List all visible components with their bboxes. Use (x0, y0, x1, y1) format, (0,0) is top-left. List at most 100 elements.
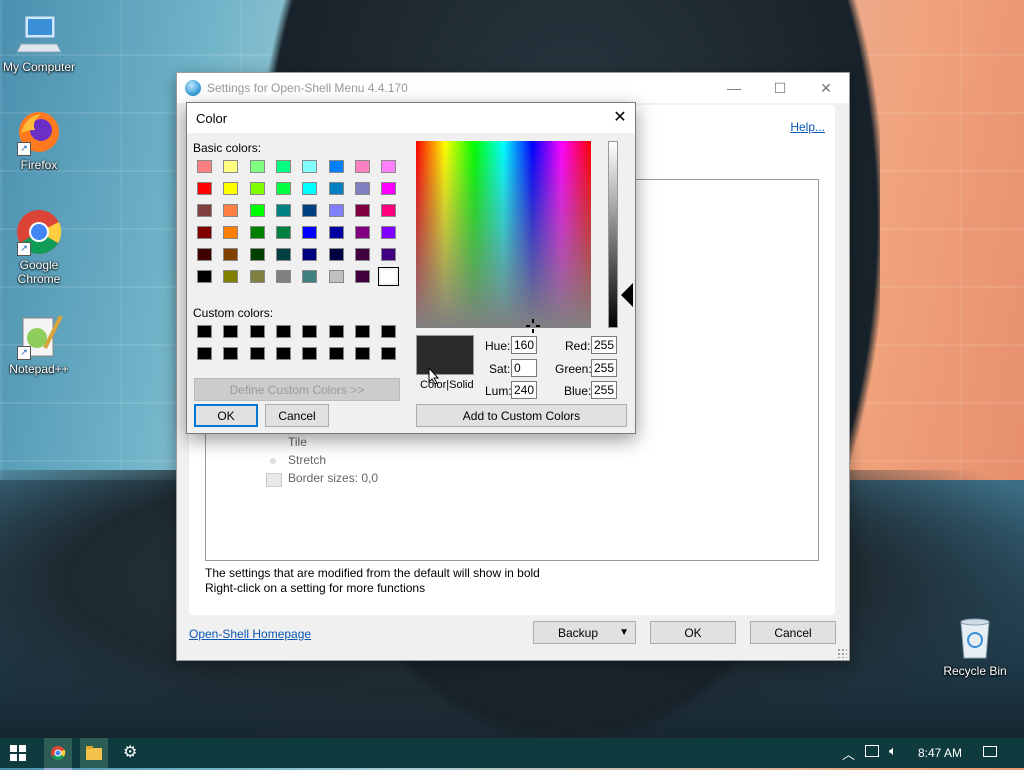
basic-color-swatch[interactable] (275, 204, 291, 217)
desktop-icon-firefox[interactable]: ↗ Firefox (1, 108, 77, 172)
custom-color-swatch[interactable] (249, 325, 265, 338)
basic-color-swatch[interactable] (302, 204, 318, 217)
basic-color-swatch[interactable] (249, 248, 265, 261)
custom-color-swatch[interactable] (302, 347, 318, 360)
basic-color-swatch[interactable] (275, 226, 291, 239)
settings-titlebar[interactable]: Settings for Open-Shell Menu 4.4.170 — ☐… (177, 73, 849, 103)
basic-color-swatch[interactable] (302, 270, 318, 283)
open-shell-homepage-link[interactable]: Open-Shell Homepage (189, 627, 311, 641)
basic-color-swatch[interactable] (302, 226, 318, 239)
help-link[interactable]: Help... (790, 120, 825, 134)
basic-color-swatch[interactable] (354, 182, 370, 195)
basic-color-swatch[interactable] (354, 204, 370, 217)
custom-color-swatch[interactable] (275, 325, 291, 338)
custom-color-swatch[interactable] (381, 325, 397, 338)
settings-ok-button[interactable]: OK (650, 621, 736, 644)
basic-color-swatch[interactable] (249, 160, 265, 173)
basic-color-swatch[interactable] (223, 160, 239, 173)
setting-tile[interactable]: Tile (288, 435, 307, 449)
custom-color-swatch[interactable] (249, 347, 265, 360)
basic-color-swatch[interactable] (223, 182, 239, 195)
close-button[interactable]: ✕ (803, 73, 849, 103)
basic-color-swatch[interactable] (381, 248, 397, 261)
color-spectrum[interactable] (416, 141, 591, 328)
basic-color-swatch[interactable] (378, 267, 400, 286)
basic-color-swatch[interactable] (354, 226, 370, 239)
maximize-button[interactable]: ☐ (757, 73, 803, 103)
taskbar-clock[interactable]: 8:47 AM (918, 746, 962, 760)
settings-cancel-button[interactable]: Cancel (750, 621, 836, 644)
custom-color-swatch[interactable] (197, 347, 212, 360)
basic-color-swatch[interactable] (249, 204, 265, 217)
custom-color-swatch[interactable] (197, 325, 212, 338)
basic-color-swatch[interactable] (381, 226, 397, 239)
luminosity-arrow-icon[interactable] (621, 283, 633, 307)
basic-color-swatch[interactable] (249, 182, 265, 195)
custom-color-swatch[interactable] (354, 347, 370, 360)
custom-color-swatch[interactable] (223, 325, 239, 338)
basic-color-swatch[interactable] (354, 160, 370, 173)
backup-button[interactable]: Backup ▼ (533, 621, 636, 644)
add-to-custom-colors-button[interactable]: Add to Custom Colors (416, 404, 627, 427)
custom-color-swatch[interactable] (328, 325, 344, 338)
taskbar-settings-button[interactable]: ⚙ (116, 738, 144, 768)
green-input[interactable]: 255 (591, 359, 617, 377)
taskbar-chrome-button[interactable] (44, 738, 72, 770)
basic-color-swatch[interactable] (328, 204, 344, 217)
basic-color-swatch[interactable] (197, 226, 212, 239)
sat-input[interactable]: 0 (511, 359, 537, 377)
radio-stretch-icon[interactable] (270, 458, 276, 464)
desktop-icon-recycle-bin[interactable]: Recycle Bin (937, 614, 1013, 678)
basic-color-swatch[interactable] (328, 160, 344, 173)
basic-color-swatch[interactable] (328, 226, 344, 239)
basic-color-swatch[interactable] (302, 182, 318, 195)
basic-color-swatch[interactable] (275, 160, 291, 173)
setting-border-sizes[interactable]: Border sizes: 0,0 (288, 471, 378, 485)
basic-color-swatch[interactable] (249, 270, 265, 283)
basic-color-swatch[interactable] (275, 182, 291, 195)
basic-color-swatch[interactable] (223, 270, 239, 283)
basic-color-swatch[interactable] (354, 248, 370, 261)
custom-color-swatch[interactable] (381, 347, 397, 360)
minimize-button[interactable]: — (711, 73, 757, 103)
basic-color-swatch[interactable] (197, 182, 212, 195)
basic-color-swatch[interactable] (197, 204, 212, 217)
custom-color-swatch[interactable] (328, 347, 344, 360)
basic-color-swatch[interactable] (302, 160, 318, 173)
basic-color-swatch[interactable] (275, 270, 291, 283)
basic-color-swatch[interactable] (302, 248, 318, 261)
basic-color-swatch[interactable] (354, 270, 370, 283)
custom-color-swatch[interactable] (223, 347, 239, 360)
lum-input[interactable]: 240 (511, 381, 537, 399)
color-cancel-button[interactable]: Cancel (265, 404, 329, 427)
taskbar-file-explorer-button[interactable] (80, 738, 108, 768)
network-icon[interactable] (865, 745, 879, 757)
basic-color-swatch[interactable] (275, 248, 291, 261)
basic-color-swatch[interactable] (328, 248, 344, 261)
basic-color-swatch[interactable] (381, 160, 397, 173)
color-dialog-close-button[interactable]: ✕ (605, 103, 635, 133)
tray-overflow-chevron-icon[interactable]: ︿ (842, 744, 855, 763)
basic-color-swatch[interactable] (223, 204, 239, 217)
color-dialog-titlebar[interactable]: Color ✕ (187, 103, 635, 133)
custom-color-swatch[interactable] (275, 347, 291, 360)
basic-color-swatch[interactable] (249, 226, 265, 239)
custom-color-swatch[interactable] (302, 325, 318, 338)
desktop-icon-google-chrome[interactable]: ↗ Google Chrome (1, 208, 77, 286)
basic-color-swatch[interactable] (381, 182, 397, 195)
basic-color-swatch[interactable] (197, 160, 212, 173)
basic-color-swatch[interactable] (223, 226, 239, 239)
basic-color-swatch[interactable] (381, 204, 397, 217)
hue-input[interactable]: 160 (511, 336, 537, 354)
basic-color-swatch[interactable] (197, 270, 212, 283)
desktop-icon-notepad-plus-plus[interactable]: ↗ Notepad++ (1, 312, 77, 376)
color-ok-button[interactable]: OK (194, 404, 258, 427)
red-input[interactable]: 255 (591, 336, 617, 354)
setting-stretch[interactable]: Stretch (288, 453, 326, 467)
custom-color-swatch[interactable] (354, 325, 370, 338)
notification-icon[interactable] (983, 746, 997, 757)
basic-color-swatch[interactable] (197, 248, 212, 261)
start-button[interactable] (0, 738, 36, 768)
basic-color-swatch[interactable] (328, 182, 344, 195)
luminosity-bar[interactable] (608, 141, 618, 328)
